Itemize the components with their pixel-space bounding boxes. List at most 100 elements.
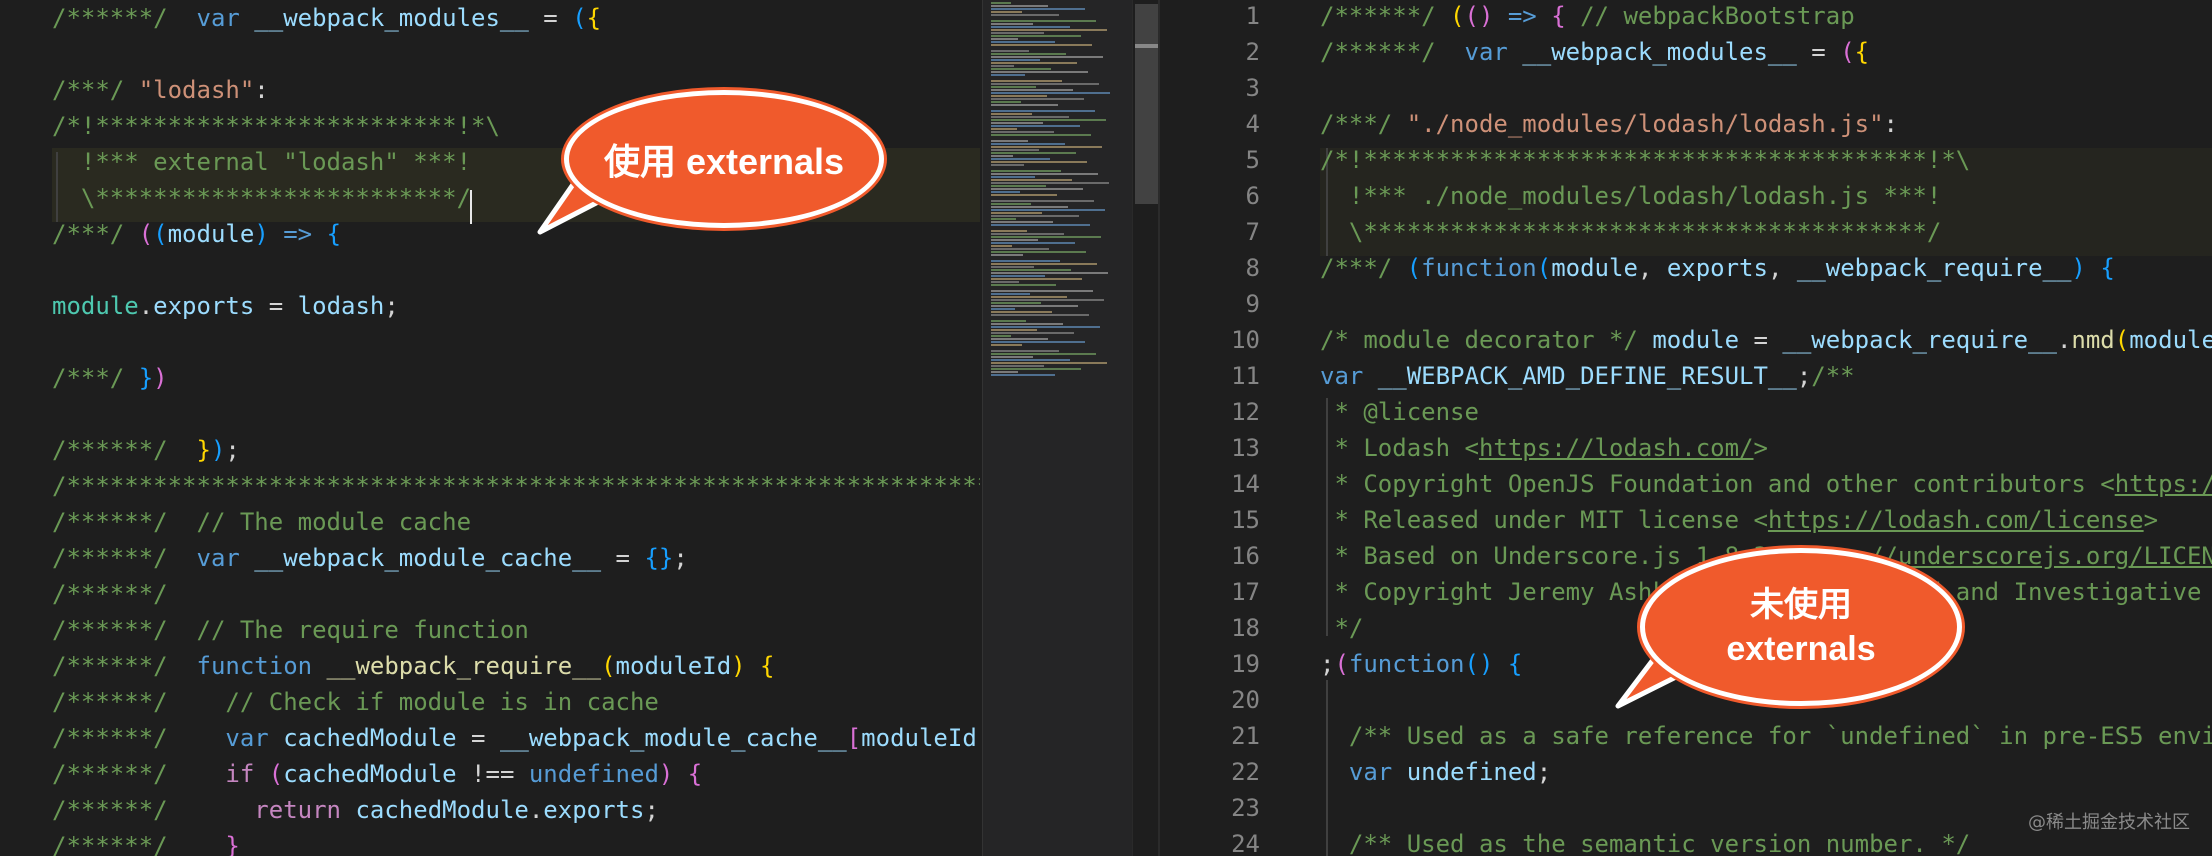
code-text: * Copyright OpenJS Foundation and other … [1320,466,2212,502]
code-token: /* module decorator */ [1320,326,1653,354]
minimap-line [991,365,1044,367]
code-token: { [1854,38,1870,66]
minimap-line [991,335,1011,337]
code-token: { [2100,254,2115,282]
code-token: exports [543,796,645,824]
minimap-line [991,218,1016,220]
code-token: "lodash" [138,76,255,104]
code-token: = [528,4,573,32]
minimap-line [991,368,1081,370]
minimap-line [991,194,1057,196]
minimap-line [991,149,1039,151]
minimap-line [991,71,1088,73]
minimap-line [991,110,1095,112]
code-token: /******/ [52,544,197,572]
code-token: ( [1406,254,1422,282]
minimap-line [991,206,1068,208]
code-token: cachedModule [283,760,457,788]
minimap-line [991,5,1048,7]
minimap-line [991,89,1073,91]
code-token: module [2129,326,2212,354]
code-token: ( [153,220,168,248]
minimap-line [991,230,1027,232]
code-token: exports [1666,254,1768,282]
code-token: ( [2114,326,2130,354]
code-token: > [2143,506,2159,534]
code-token: /** Used as the semantic version number.… [1320,830,1971,856]
code-token: nmd [2071,326,2115,354]
code-token: /***************************************… [52,472,980,500]
minimap-line [991,134,1091,136]
minimap-line [991,182,1109,184]
line-number: 8 [1245,254,1260,282]
scrollbar-marker [1135,44,1159,48]
code-token: "./node_modules/lodash/lodash.js" [1406,110,1884,138]
minimap-line [991,20,1096,22]
code-token: . [138,292,154,320]
minimap-line [991,269,1071,271]
minimap-line [991,80,1062,82]
code-text: !*** ./node_modules/lodash/lodash.js ***… [1320,178,1941,214]
minimap-line [991,68,1051,70]
code-token: /******/ [52,724,226,752]
minimap-line [991,323,1063,325]
minimap-line [991,11,1022,13]
code-text: /** Used as the semantic version number.… [1320,826,1970,856]
code-token: \***************************************… [1320,218,1942,246]
vertical-scrollbar[interactable] [1132,0,1159,856]
code-token: return [254,796,356,824]
code-text: /******/ function __webpack_require__(mo… [52,648,775,684]
code-text: /******/ }); [52,432,240,468]
code-token: ) [153,364,168,392]
minimap-line [991,173,1098,175]
code-token: !*** external "lodash" ***! [52,148,472,176]
minimap-line [991,92,1110,94]
code-text: /***/ "./node_modules/lodash/lodash.js": [1320,106,1898,142]
minimap-line [991,224,1090,226]
code-token: var [1464,38,1523,66]
minimap[interactable] [982,0,1133,856]
code-text: var __WEBPACK_AMD_DEFINE_RESULT__;/** [1320,358,1855,394]
code-token: = [1796,38,1841,66]
code-token: __webpack_require__ [1796,254,2072,282]
minimap-line [991,302,1041,304]
minimap-line [991,215,1079,217]
code-token: /*!*************************************… [1320,146,1971,174]
code-token: ( [1840,38,1855,66]
minimap-line [991,311,1052,313]
line-number: 3 [1245,74,1260,102]
minimap-line [991,50,1029,52]
code-token: . [528,796,544,824]
code-text: /***************************************… [52,468,980,504]
code-text: /******/ var __webpack_modules__ = ({ [1320,34,1869,70]
line-number: 23 [1231,794,1260,822]
code-token: = [456,724,500,752]
code-token: ( [1334,650,1349,678]
code-token: __webpack_require__ [1782,326,2057,354]
minimap-line [991,41,1055,43]
code-token: => [268,220,327,248]
code-token: /******/ [52,760,226,788]
code-token: function [1421,254,1537,282]
code-token: * Copyright OpenJS Foundation and other … [1320,470,2115,498]
right-editor-pane[interactable]: 1/******/ (() => { // webpackBootstrap 2/… [1158,0,2212,856]
minimap-line [991,23,1033,25]
code-text: /******/ // The require function [52,612,529,648]
scrollbar-thumb[interactable] [1135,4,1159,204]
minimap-line [991,32,1044,34]
code-token: /******/ [52,796,255,824]
minimap-line [991,26,1070,28]
minimap-line [991,176,1035,178]
minimap-line [991,185,1046,187]
minimap-line [991,272,1108,274]
code-token: if [225,760,269,788]
line-number: 19 [1231,650,1260,678]
minimap-line [991,59,1040,61]
code-token: , [1637,254,1667,282]
code-token: /******/ [52,832,226,856]
code-text: /******/ var __webpack_module_cache__ = … [52,540,688,576]
code-token: /******/ [52,652,197,680]
code-token: } [196,436,211,464]
code-token: cachedModule [355,796,529,824]
